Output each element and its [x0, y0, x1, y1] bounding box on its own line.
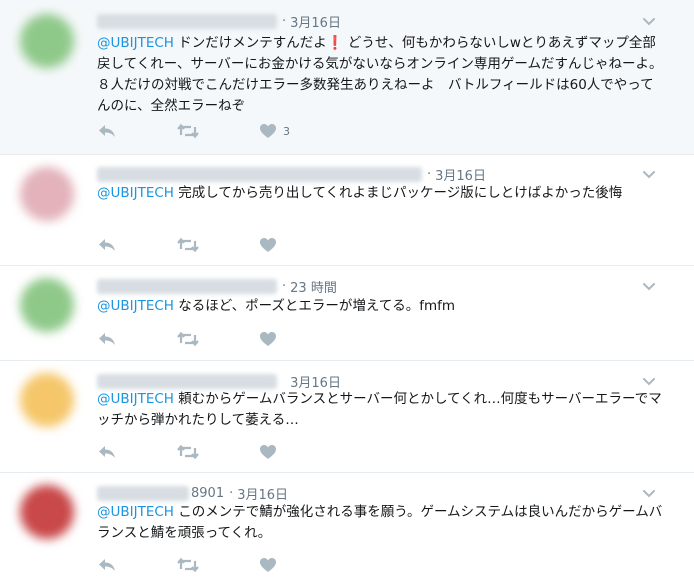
chevron-down-icon[interactable]	[641, 373, 657, 389]
avatar[interactable]	[20, 373, 74, 427]
tweet-text: @UBIJTECH 頼むからゲームバランスとサーバー何とかしてくれ…何度もサーバ…	[97, 389, 667, 431]
tweet-item[interactable]: · 3月16日 @UBIJTECH 完成してから売り出してくれよまじパッケージ版…	[0, 155, 694, 266]
tweet-item[interactable]: · 3月16日 @UBIJTECH ドンだけメンテすんだよ❗ どうせ、何もかわら…	[0, 0, 694, 155]
tweet-text: @UBIJTECH ドンだけメンテすんだよ❗ どうせ、何もかわらないしwとりあえ…	[97, 33, 667, 117]
tweet-text: @UBIJTECH このメンテで鯖が強化される事を願う。ゲームシステムは良いんだ…	[97, 502, 667, 544]
retweet-icon	[177, 557, 199, 573]
user-name[interactable]	[97, 373, 277, 389]
tweet-header: · 3月16日	[97, 12, 341, 31]
heart-icon	[260, 124, 276, 138]
tweet-date[interactable]: 23 時間	[290, 277, 337, 296]
mention-link[interactable]: @UBIJTECH	[97, 298, 174, 314]
separator: ·	[427, 166, 432, 182]
avatar[interactable]	[20, 167, 74, 221]
reply-icon	[99, 559, 115, 571]
tweet-actions	[97, 555, 343, 575]
separator: ·	[282, 13, 287, 29]
like-button[interactable]	[259, 555, 283, 575]
reply-icon	[99, 125, 115, 137]
retweet-button[interactable]	[177, 235, 199, 255]
separator: ·	[229, 485, 234, 501]
reply-button[interactable]	[97, 442, 117, 462]
heart-icon	[260, 332, 276, 346]
retweet-button[interactable]	[177, 442, 199, 462]
like-button[interactable]	[259, 442, 283, 462]
tweet-actions	[97, 235, 343, 255]
tweet-text-part: ドンだけメンテすんだよ	[173, 35, 327, 51]
retweet-button[interactable]	[177, 329, 199, 349]
user-name[interactable]	[97, 166, 422, 182]
tweet-date[interactable]: 3月16日	[237, 484, 288, 503]
retweet-button[interactable]	[177, 555, 199, 575]
user-name[interactable]	[97, 278, 277, 294]
tweet-text: @UBIJTECH 完成してから売り出してくれよまじパッケージ版にしとけばよかっ…	[97, 183, 667, 204]
tweet-header: · 3月16日	[97, 165, 486, 184]
like-button[interactable]: 3	[259, 121, 290, 141]
retweet-button[interactable]	[177, 121, 199, 141]
retweet-icon	[177, 123, 199, 139]
tweet-text-part: 完成してから売り出してくれよまじパッケージ版にしとけばよかった後悔	[173, 185, 623, 201]
tweet-item[interactable]: · 23 時間 @UBIJTECH なるほど、ポーズとエラーが増えてる。fmfm	[0, 266, 694, 361]
avatar[interactable]	[20, 485, 74, 539]
mention-link[interactable]: @UBIJTECH	[97, 35, 174, 51]
tweet-actions	[97, 329, 343, 349]
tweet-item[interactable]: · 3月16日 @UBIJTECH 頼むからゲームバランスとサーバー何とかしてく…	[0, 361, 694, 473]
chevron-down-icon[interactable]	[641, 278, 657, 294]
tweet-date[interactable]: 3月16日	[290, 372, 341, 391]
exclamation-emoji: ❗	[326, 35, 344, 51]
chevron-down-icon[interactable]	[641, 13, 657, 29]
avatar[interactable]	[20, 14, 74, 68]
reply-icon	[99, 333, 115, 345]
tweet-actions	[97, 442, 343, 462]
retweet-icon	[177, 237, 199, 253]
tweet-text-part: このメンテで鯖が強化される事を願う。ゲームシステムは良いんだからゲームバランスと…	[97, 504, 663, 541]
like-button[interactable]	[259, 235, 283, 255]
user-name[interactable]	[97, 13, 277, 29]
like-count: 3	[283, 124, 290, 138]
mention-link[interactable]: @UBIJTECH	[97, 185, 174, 201]
heart-icon	[260, 558, 276, 572]
chevron-down-icon[interactable]	[641, 485, 657, 501]
reply-button[interactable]	[97, 235, 117, 255]
tweet-header: 8901 · 3月16日	[97, 484, 288, 503]
chevron-down-icon[interactable]	[641, 166, 657, 182]
tweet-actions: 3	[97, 121, 350, 141]
reply-button[interactable]	[97, 555, 117, 575]
mention-link[interactable]: @UBIJTECH	[97, 504, 174, 520]
reply-icon	[99, 446, 115, 458]
tweet-header: · 3月16日	[97, 372, 341, 391]
heart-icon	[260, 445, 276, 459]
reply-button[interactable]	[97, 329, 117, 349]
tweet-header: · 23 時間	[97, 277, 337, 296]
tweet-date[interactable]: 3月16日	[290, 12, 341, 31]
like-button[interactable]	[259, 329, 283, 349]
avatar[interactable]	[20, 278, 74, 332]
tweet-feed: · 3月16日 @UBIJTECH ドンだけメンテすんだよ❗ どうせ、何もかわら…	[0, 0, 694, 582]
reply-icon	[99, 239, 115, 251]
user-handle[interactable]: 8901	[191, 486, 224, 501]
tweet-item[interactable]: 8901 · 3月16日 @UBIJTECH このメンテで鯖が強化される事を願う…	[0, 473, 694, 582]
tweet-text-part: なるほど、ポーズとエラーが増えてる。fmfm	[173, 298, 456, 314]
mention-link[interactable]: @UBIJTECH	[97, 391, 174, 407]
retweet-icon	[177, 444, 199, 460]
tweet-date[interactable]: 3月16日	[435, 165, 486, 184]
separator: ·	[282, 278, 287, 294]
tweet-text-part: 頼むからゲームバランスとサーバー何とかしてくれ…何度もサーバーエラーでマッチから…	[97, 391, 662, 428]
user-name[interactable]	[97, 485, 189, 501]
reply-button[interactable]	[97, 121, 117, 141]
heart-icon	[260, 238, 276, 252]
retweet-icon	[177, 331, 199, 347]
tweet-text: @UBIJTECH なるほど、ポーズとエラーが増えてる。fmfm	[97, 296, 667, 317]
